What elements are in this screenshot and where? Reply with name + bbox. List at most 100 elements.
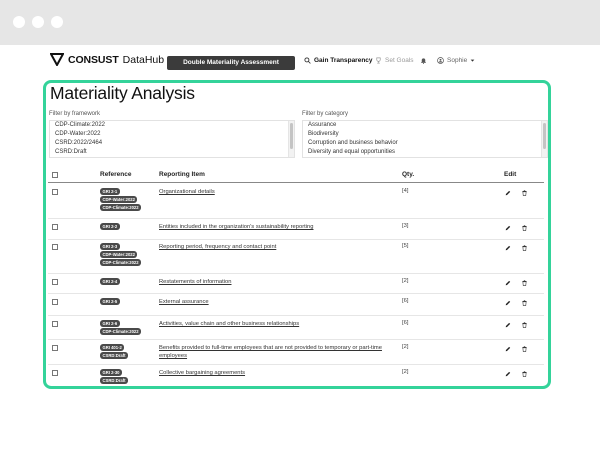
framework-option[interactable]: CDP-Climate:2022 bbox=[50, 121, 294, 130]
row-checkbox[interactable] bbox=[52, 299, 58, 305]
reporting-item-link[interactable]: Organizational details bbox=[159, 188, 391, 196]
edit-column-header: Edit bbox=[504, 171, 517, 178]
trash-icon[interactable] bbox=[522, 190, 527, 196]
set-goals-link[interactable]: Set Goals bbox=[375, 57, 414, 64]
consust-logo-icon bbox=[50, 53, 64, 66]
search-icon bbox=[304, 57, 311, 64]
qty-value: [4] bbox=[402, 188, 409, 194]
bell-icon bbox=[421, 58, 426, 64]
category-scrollbar[interactable] bbox=[541, 121, 547, 157]
notifications-button[interactable] bbox=[420, 57, 427, 64]
trash-icon[interactable] bbox=[522, 225, 527, 231]
row-divider bbox=[48, 364, 544, 365]
row-checkbox[interactable] bbox=[52, 279, 58, 285]
user-avatar-icon bbox=[437, 57, 444, 64]
browser-chrome bbox=[0, 0, 600, 45]
qty-value: [6] bbox=[402, 298, 409, 304]
qty-value: [6] bbox=[402, 320, 409, 326]
reporting-item-column-header[interactable]: Reporting Item bbox=[159, 171, 205, 178]
row-checkbox[interactable] bbox=[52, 244, 58, 250]
pencil-icon[interactable] bbox=[505, 225, 511, 231]
reporting-item-link[interactable]: Entities included in the organization's … bbox=[159, 223, 391, 231]
brand-name: CONSUST bbox=[68, 53, 119, 66]
reporting-item-link[interactable]: Collective bargaining agreements bbox=[159, 369, 391, 377]
framework-filter-list[interactable]: CDP-Climate:2022 CDP-Water:2022 CSRD:202… bbox=[49, 120, 295, 158]
reference-badge: CDP-Water:2022 bbox=[100, 251, 138, 258]
reference-tags: GRI 2-1 CDP-Water:2022 CDP-Climate:2022 bbox=[100, 188, 142, 211]
framework-option[interactable]: CSRD:Draft bbox=[50, 148, 294, 157]
qty-value: [2] bbox=[402, 278, 409, 284]
pencil-icon[interactable] bbox=[505, 300, 511, 306]
framework-option[interactable]: CSRD:2022/2464 bbox=[50, 139, 294, 148]
user-menu[interactable]: Sophie bbox=[437, 57, 475, 64]
reference-badge: CSRD:Draft bbox=[100, 377, 129, 384]
reference-tags: GRI 2-6 CDP-Climate:2022 bbox=[100, 320, 142, 335]
row-checkbox[interactable] bbox=[52, 370, 58, 376]
reference-badge: GRI 2-5 bbox=[100, 298, 120, 305]
trophy-icon bbox=[376, 57, 381, 64]
double-materiality-tab[interactable]: Double Materiality Assessment bbox=[167, 56, 295, 70]
reference-column-header[interactable]: Reference bbox=[100, 171, 131, 178]
qty-value: [3] bbox=[402, 223, 409, 229]
gain-transparency-label: Gain Transparency bbox=[314, 57, 373, 64]
category-option[interactable]: Assurance bbox=[303, 121, 547, 130]
pencil-icon[interactable] bbox=[505, 245, 511, 251]
pencil-icon[interactable] bbox=[505, 346, 511, 352]
pencil-icon[interactable] bbox=[505, 322, 511, 328]
select-all-checkbox[interactable] bbox=[52, 172, 58, 178]
reference-tags: GRI 2-4 bbox=[100, 278, 120, 285]
user-name: Sophie bbox=[447, 57, 468, 64]
window-close-dot[interactable] bbox=[13, 16, 25, 28]
row-checkbox[interactable] bbox=[52, 321, 58, 327]
reference-badge: GRI 2-2 bbox=[100, 223, 120, 230]
window-minimize-dot[interactable] bbox=[32, 16, 44, 28]
trash-icon[interactable] bbox=[522, 245, 527, 251]
row-divider bbox=[48, 339, 544, 340]
reference-badge: GRI 2-6 bbox=[100, 320, 120, 327]
reporting-item-link[interactable]: External assurance bbox=[159, 298, 391, 306]
row-checkbox[interactable] bbox=[52, 224, 58, 230]
trash-icon[interactable] bbox=[522, 346, 527, 352]
row-checkbox[interactable] bbox=[52, 345, 58, 351]
pencil-icon[interactable] bbox=[505, 371, 511, 377]
category-option[interactable]: Corruption and business behavior bbox=[303, 139, 547, 148]
qty-value: [2] bbox=[402, 344, 409, 350]
pencil-icon[interactable] bbox=[505, 280, 511, 286]
scrollbar-thumb[interactable] bbox=[290, 123, 293, 149]
reporting-item-link[interactable]: Benefits provided to full-time employees… bbox=[159, 344, 391, 360]
qty-value: [5] bbox=[402, 243, 409, 249]
reference-tags: GRI 401-2 CSRD:Draft bbox=[100, 344, 129, 359]
materiality-analysis-card: Materiality Analysis Filter by framework… bbox=[43, 80, 551, 389]
framework-option[interactable]: CDP-Water:2022 bbox=[50, 130, 294, 139]
trash-icon[interactable] bbox=[522, 371, 527, 377]
app-logo[interactable]: CONSUST DataHub bbox=[50, 53, 164, 66]
trash-icon[interactable] bbox=[522, 280, 527, 286]
reference-tags: GRI 2-5 bbox=[100, 298, 120, 305]
reference-tags: GRI 2-30 CSRD:Draft bbox=[100, 369, 129, 384]
gain-transparency-link[interactable]: Gain Transparency bbox=[304, 57, 373, 64]
reporting-item-link[interactable]: Reporting period, frequency and contact … bbox=[159, 243, 391, 251]
reference-badge: CDP-Climate:2022 bbox=[100, 328, 142, 335]
category-option[interactable]: Biodiversity bbox=[303, 130, 547, 139]
row-divider bbox=[48, 273, 544, 274]
reference-tags: GRI 2-2 bbox=[100, 223, 120, 230]
framework-scrollbar[interactable] bbox=[288, 121, 294, 157]
row-checkbox[interactable] bbox=[52, 189, 58, 195]
window-maximize-dot[interactable] bbox=[51, 16, 63, 28]
scrollbar-thumb[interactable] bbox=[543, 123, 546, 149]
row-divider bbox=[48, 315, 544, 316]
trash-icon[interactable] bbox=[522, 300, 527, 306]
reporting-item-link[interactable]: Restatements of information bbox=[159, 278, 391, 286]
category-option[interactable]: Diversity and equal opportunities bbox=[303, 148, 547, 157]
trash-icon[interactable] bbox=[522, 322, 527, 328]
qty-column-header[interactable]: Qty. bbox=[402, 171, 414, 178]
reporting-item-link[interactable]: Activities, value chain and other busine… bbox=[159, 320, 391, 328]
reference-badge: GRI 2-4 bbox=[100, 278, 120, 285]
set-goals-label: Set Goals bbox=[385, 57, 414, 64]
category-filter-list[interactable]: Assurance Biodiversity Corruption and bu… bbox=[302, 120, 548, 158]
header-divider bbox=[48, 182, 544, 183]
pencil-icon[interactable] bbox=[505, 190, 511, 196]
chevron-down-icon bbox=[470, 59, 475, 62]
page-title: Materiality Analysis bbox=[50, 83, 195, 103]
reference-tags: GRI 2-3 CDP-Water:2022 CDP-Climate:2022 bbox=[100, 243, 142, 266]
